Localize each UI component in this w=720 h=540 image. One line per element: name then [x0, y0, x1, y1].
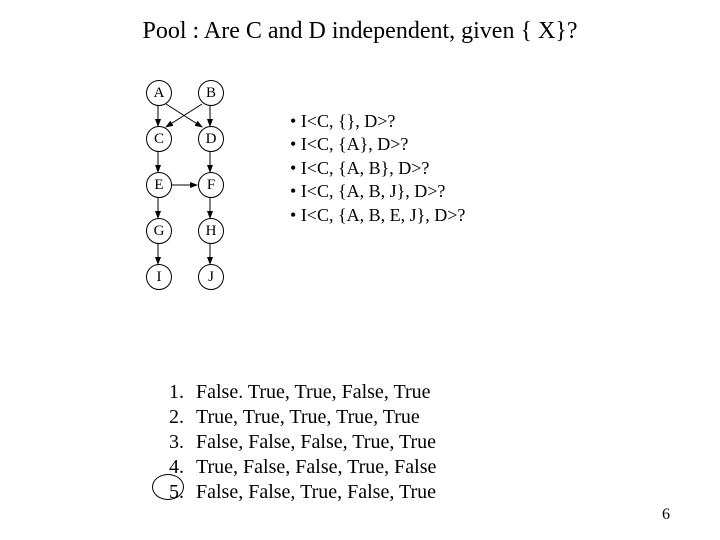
node-b: B: [198, 80, 224, 106]
node-j: J: [198, 264, 224, 290]
query-text: I<C, {A, B}, D>?: [301, 158, 430, 178]
node-h: H: [198, 218, 224, 244]
answer-text: True, True, True, True, True: [196, 406, 420, 428]
answer-option: 2.True, True, True, True, True: [150, 405, 436, 430]
answer-number: 1.: [150, 380, 196, 405]
node-c: C: [146, 126, 172, 152]
answer-number: 2.: [150, 405, 196, 430]
node-d: D: [198, 126, 224, 152]
query-item: • I<C, {A, B, E, J}, D>?: [290, 204, 465, 227]
answer-number: 3.: [150, 430, 196, 455]
node-g: G: [146, 218, 172, 244]
node-f: F: [198, 172, 224, 198]
query-text: I<C, {}, D>?: [301, 111, 396, 131]
answer-text: True, False, False, True, False: [196, 456, 436, 478]
page-number: 6: [662, 506, 670, 524]
answer-text: False, False, False, True, True: [196, 431, 436, 453]
circle-highlight-icon: [152, 474, 184, 500]
query-text: I<C, {A, B, J}, D>?: [301, 181, 446, 201]
query-item: • I<C, {A, B}, D>?: [290, 157, 465, 180]
answer-text: False. True, True, False, True: [196, 381, 431, 403]
query-item: • I<C, {A, B, J}, D>?: [290, 180, 465, 203]
answer-option: 3.False, False, False, True, True: [150, 430, 436, 455]
slide-title: Pool : Are C and D independent, given { …: [0, 18, 720, 45]
query-item: • I<C, {A}, D>?: [290, 133, 465, 156]
query-item: • I<C, {}, D>?: [290, 110, 465, 133]
answer-option: 1.False. True, True, False, True: [150, 380, 436, 405]
answer-text: False, False, True, False, True: [196, 481, 436, 503]
answer-options: 1.False. True, True, False, True 2.True,…: [150, 380, 436, 505]
node-a: A: [146, 80, 172, 106]
answer-option: 5.False, False, True, False, True: [150, 480, 436, 505]
answer-option: 4.True, False, False, True, False: [150, 455, 436, 480]
node-i: I: [146, 264, 172, 290]
query-list: • I<C, {}, D>? • I<C, {A}, D>? • I<C, {A…: [290, 110, 465, 227]
node-e: E: [146, 172, 172, 198]
query-text: I<C, {A, B, E, J}, D>?: [301, 205, 466, 225]
query-text: I<C, {A}, D>?: [301, 134, 409, 154]
